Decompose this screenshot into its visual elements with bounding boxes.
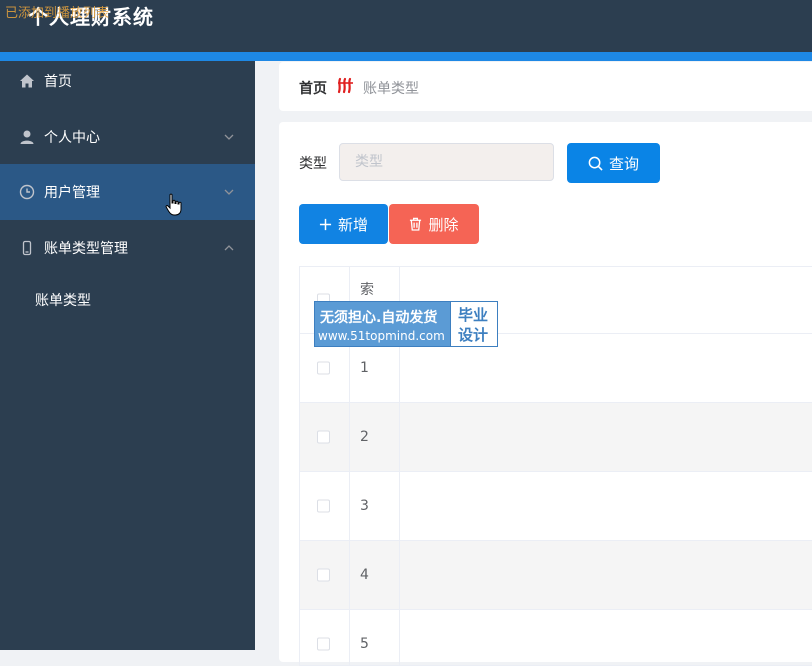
sidebar-subitem-label: 账单类型 [35,293,91,309]
trash-icon [410,217,422,231]
watermark-badge-bottom: 设计 [458,326,489,344]
clock-icon [19,184,35,200]
delete-button[interactable]: 删除 [389,204,479,244]
sidebar-item-label: 个人中心 [44,130,100,146]
type-search-input[interactable] [339,143,554,181]
add-button[interactable]: 新增 [299,204,388,244]
table-row: 5 [300,610,812,665]
main-content: 类型 查询 新增 删除 索 1 2 3 4 [279,122,812,666]
sidebar-item-bill-type-management[interactable]: 账单类型管理 [0,220,255,276]
table-row: 4 [300,541,812,610]
watermark-text: 无须担心.自动发货 [320,310,438,326]
overlay-notification: 已添加到播放列表 [5,6,110,21]
breadcrumb: 首页 账单类型 [279,62,812,111]
search-icon [588,156,603,171]
search-label: 类型 [299,156,327,172]
watermark-url: www.51topmind.com [318,329,445,343]
delete-button-label: 删除 [428,215,459,234]
row-checkbox[interactable] [317,499,330,513]
watermark-badge: 毕业 设计 [450,302,497,346]
plus-icon [319,218,332,230]
table-row: 3 [300,472,812,541]
chevron-down-icon [224,189,234,195]
sidebar-item-label: 用户管理 [44,185,100,201]
user-icon [20,130,34,144]
breadcrumb-home[interactable]: 首页 [299,78,327,98]
sidebar-item-personal-center[interactable]: 个人中心 [0,109,255,165]
row-index: 3 [360,498,369,514]
row-checkbox[interactable] [317,430,330,444]
index-column-header: 索 [360,282,374,298]
query-button[interactable]: 查询 [567,143,660,183]
breadcrumb-current: 账单类型 [363,81,419,97]
sidebar-item-user-management[interactable]: 用户管理 [0,164,255,220]
sidebar-item-label: 首页 [44,74,72,90]
row-checkbox[interactable] [317,637,330,651]
phone-icon [22,240,32,256]
sidebar: 首页 个人中心 用户管理 账单类型管理 账单类型 [0,61,255,650]
query-button-label: 查询 [608,154,639,173]
row-index: 4 [360,567,369,583]
row-index: 1 [360,360,369,376]
chevron-down-icon [224,134,234,140]
top-bar: 个人理财系统 已添加到播放列表 [0,0,812,52]
sidebar-item-home[interactable]: 首页 [0,53,255,109]
home-icon [20,74,34,88]
watermark-badge-top: 毕业 [458,306,489,324]
row-checkbox[interactable] [317,361,330,375]
breadcrumb-separator-icon [337,77,353,94]
sidebar-item-label: 账单类型管理 [44,241,128,257]
hand-cursor-icon [165,193,182,216]
table-row: 2 [300,403,812,472]
row-index: 2 [360,429,369,445]
chevron-up-icon [224,245,234,251]
sidebar-subitem-bill-type[interactable]: 账单类型 [0,275,255,325]
row-checkbox[interactable] [317,568,330,582]
watermark-banner: 无须担心.自动发货 www.51topmind.com 毕业 设计 [314,301,498,347]
add-button-label: 新增 [337,215,368,234]
